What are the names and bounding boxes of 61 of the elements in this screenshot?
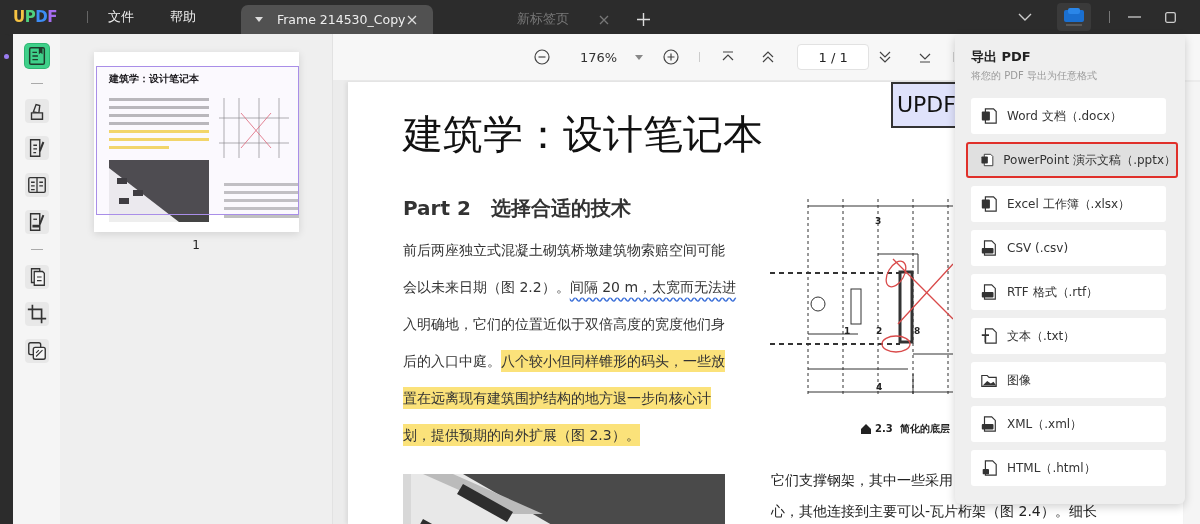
document-title: 建筑学：设计笔记本 [403,110,763,159]
window-icon[interactable] [1063,8,1085,26]
crop-tool-button[interactable] [24,302,49,326]
export-option[interactable]: PowerPoint 演示文稿（.pptx） [966,142,1178,178]
menu-item[interactable]: 帮助 [169,8,196,26]
tab-label: Frame 214530_Copy [275,12,407,27]
text-line: 它们支撑钢架，其中一些采用 [771,471,953,490]
export-option[interactable]: 文本（.txt） [971,318,1166,354]
office-document-icon [980,195,998,213]
pen-document-tool-button[interactable] [24,136,49,160]
plan-label: 8 [914,326,921,336]
pages-tool-button[interactable] [24,265,49,289]
plan-label: 3 [875,216,882,226]
thumbnail-title: 建筑学：设计笔记本 [108,72,200,86]
export-option[interactable]: Word 文档（.docx） [971,98,1166,134]
file-type-icon [980,283,998,301]
export-option[interactable]: XML（.xml） [971,406,1166,442]
zoom-level[interactable]: 176% [580,49,618,65]
section-heading: Part 2 选择合适的技术 [403,195,632,222]
dot-icon [4,54,9,59]
file-type-icon [980,239,998,257]
export-option[interactable]: Excel 工作簿（.xlsx） [971,186,1166,222]
export-option[interactable]: 图像 [971,362,1166,398]
plan-label: 1 [844,326,851,336]
zoom-out-icon[interactable] [534,49,550,65]
two-column-document-tool-button[interactable] [24,173,49,197]
menu-item[interactable]: 文件 [107,8,134,26]
export-option[interactable]: RTF 格式（.rtf） [971,274,1166,310]
figure-caption: 2.3 简化的底层 [875,422,950,436]
add-tab-icon[interactable] [636,13,650,26]
page-number-field[interactable]: 1 / 1 [797,44,870,70]
tab-label: 新标签页 [515,11,570,28]
page-number: 1 [192,238,200,252]
app-logo: UPDF [13,8,57,26]
maximize-icon[interactable] [1165,11,1176,23]
close-icon[interactable] [598,14,609,25]
highlighter-tool-button[interactable] [24,99,49,123]
export-option[interactable]: CSV (.csv) [971,230,1166,266]
chevron-down-icon[interactable] [1018,13,1032,21]
book-tool-button[interactable] [24,44,49,68]
page-thumbnail[interactable]: 建筑学：设计笔记本 [93,52,299,232]
plan-label: 2 [876,326,883,336]
caret-icon[interactable] [635,54,644,60]
signed-document-tool-button[interactable] [24,210,49,234]
app-switch-button[interactable] [1057,3,1091,31]
panel-title: 导出 PDF [971,48,1032,66]
text-line: 心，其他连接到主要可以-瓦片桁架（图 2.4）。细长 [771,502,1097,521]
text-document-icon [980,327,998,345]
caret-icon[interactable] [254,17,263,22]
office-document-icon [980,107,998,125]
plan-label: 4 [876,382,883,392]
house-icon [861,424,871,434]
office-document-icon [980,151,995,169]
panel-subtitle: 将您的 PDF 导出为任意格式 [971,69,1098,83]
paragraph: 前后两座独立式混凝土砌筑桥墩建筑物索赔空间可能 会以未来日期（图 2.2）。间隔 20 m，太宽而无法进 入明确地，它们的位置近似于双倍高度的宽度他们身 后的入口中庭。八个较小但同样锥形的码头，一些放 置在远离现有建筑围护结构的地方退一步向核心计 划，提供预期的向外扩展（图 2.3）。 [403,232,737,454]
tab[interactable]: Frame 214530_Copy [240,5,433,34]
file-type-icon [980,415,998,433]
stacked-pages-tool-button[interactable] [24,339,49,363]
zoom-in-icon[interactable] [663,49,680,65]
export-option[interactable]: HTML（.html） [971,450,1166,486]
web-document-icon [980,459,998,477]
